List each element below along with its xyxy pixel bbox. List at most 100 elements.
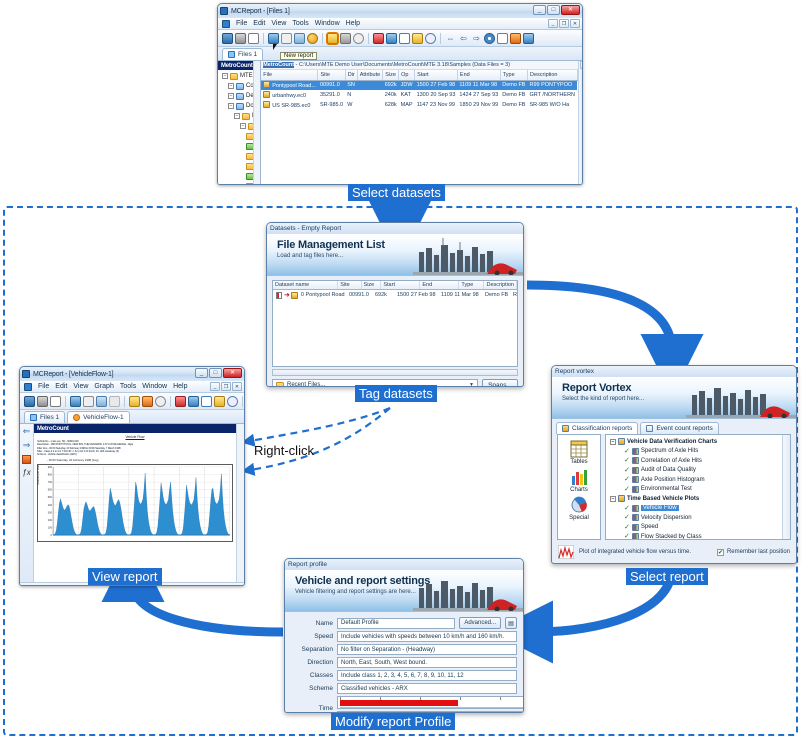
report-save-icon[interactable] <box>24 395 35 407</box>
remember-position-checkbox[interactable]: ✔ Remember last position <box>716 548 790 556</box>
list-scrollbar[interactable] <box>577 61 582 184</box>
target-icon[interactable] <box>484 32 495 44</box>
report-window-titlebar[interactable]: MCReport - [VehicleFlow-1] _ □ ✕ <box>20 367 244 381</box>
report-font-icon[interactable] <box>83 395 94 407</box>
report-chain-icon[interactable] <box>214 395 225 407</box>
file-management-dialog[interactable]: Datasets - Empty Report File Management … <box>266 222 524 387</box>
vortex-back-button[interactable]: << Back <box>713 563 749 564</box>
report-menu-graph[interactable]: Graph <box>94 383 113 390</box>
report-menu-help[interactable]: Help <box>173 383 187 390</box>
report-item-row[interactable]: ✓ Vehicle Flow <box>608 504 790 514</box>
profile-picker-icon[interactable]: ▤ <box>505 617 517 629</box>
report-print-icon[interactable] <box>37 395 48 407</box>
mail-icon[interactable] <box>294 32 305 44</box>
grid-column-header[interactable]: Size <box>382 70 400 81</box>
report-maximize-button[interactable]: □ <box>209 368 222 378</box>
remember-checkbox-box[interactable]: ✔ <box>716 548 724 556</box>
back-arrow-icon[interactable]: ⇦ <box>458 33 469 44</box>
dataset-table[interactable]: Dataset name Site Size Start End Type De… <box>272 280 518 367</box>
zoom-icon[interactable] <box>425 32 436 44</box>
report-refresh-icon[interactable] <box>155 395 166 407</box>
grid-column-header[interactable]: Op <box>398 70 416 81</box>
expand-toggle-icon[interactable]: − <box>240 123 246 129</box>
expand-toggle-icon[interactable]: − <box>234 113 240 119</box>
report-menu-edit[interactable]: Edit <box>55 383 67 390</box>
report-group-row[interactable]: − Vehicle Data Verification Charts <box>608 437 790 447</box>
profile-field-row[interactable]: Classes Include class 1, 2, 3, 4, 5, 6, 7… <box>291 670 517 681</box>
mdi-close-button[interactable]: ✕ <box>570 19 580 28</box>
window-buttons[interactable]: _ □ ✕ <box>533 5 580 15</box>
file-management-titlebar[interactable]: Datasets - Empty Report <box>267 223 523 234</box>
report-menu-tools[interactable]: Tools <box>120 383 136 390</box>
page-icon[interactable] <box>497 32 508 44</box>
profile-field-value[interactable]: Default Profile <box>337 617 456 629</box>
table-row[interactable]: Pontypool Road... 00991.0 SN 692k JDW 1500 27… <box>261 80 578 90</box>
report-vortex-dialog[interactable]: Report vortex Report Vortex Select the k… <box>551 365 797 564</box>
tab-files-1[interactable]: Files 1 <box>222 48 264 60</box>
tab-vehicleflow[interactable]: VehicleFlow-1 <box>67 411 130 423</box>
refresh-icon[interactable] <box>353 32 364 44</box>
profile-field-row[interactable]: Speed Include vehicles with speeds betwee… <box>291 631 517 642</box>
report-item-row[interactable]: ✓ Environmental Test <box>608 485 790 495</box>
report-window-buttons[interactable]: _ □ ✕ <box>195 368 242 378</box>
dataset-grid-body[interactable]: Pontypool Road... 00991.0 SN 692k JDW 1500 27… <box>261 80 578 110</box>
menu-view[interactable]: View <box>271 20 286 27</box>
report-vortex-tabs[interactable]: Classification reports Event count repor… <box>552 419 796 434</box>
files-window-titlebar[interactable]: MCReport - [Files 1] _ □ ✕ <box>218 4 582 18</box>
dataset-horizontal-scrollbar[interactable] <box>272 369 518 376</box>
font-icon[interactable] <box>281 32 292 44</box>
maximize-button[interactable]: □ <box>547 5 560 15</box>
grid-column-header[interactable]: Site <box>317 70 346 81</box>
report-menu-window[interactable]: Window <box>142 383 167 390</box>
list-icon[interactable] <box>373 32 384 44</box>
expand-toggle-icon[interactable]: − <box>222 73 228 79</box>
columns-icon[interactable] <box>399 32 410 44</box>
grid-column-header[interactable]: End <box>457 70 501 81</box>
report-zoom-icon[interactable] <box>227 395 238 407</box>
tab-files[interactable]: Files 1 <box>24 411 66 423</box>
open-report-icon[interactable] <box>340 32 351 44</box>
menu-window[interactable]: Window <box>315 20 340 27</box>
rows-icon[interactable] <box>386 32 397 44</box>
report-mdi-close[interactable]: ✕ <box>232 382 242 391</box>
profile-field-row[interactable]: Scheme Classified vehicles - ARX <box>291 683 517 694</box>
profile-field-list[interactable]: Name Default Profile Advanced... ▤ Speed Incl… <box>285 612 523 694</box>
report-scrollbar[interactable] <box>236 424 244 582</box>
menu-tools[interactable]: Tools <box>292 20 308 27</box>
sidebar-item-tables[interactable]: Tables <box>570 440 588 465</box>
mcreport-vehicleflow-window[interactable]: MCReport - [VehicleFlow-1] _ □ ✕ File Ed… <box>19 366 245 586</box>
report-close-button[interactable]: ✕ <box>223 368 242 378</box>
profile-field-row[interactable]: Name Default Profile Advanced... ▤ <box>291 617 517 629</box>
profile-field-value[interactable]: Include class 1, 2, 3, 4, 5, 6, 7, 8, 9,… <box>337 670 517 681</box>
report-minimize-button[interactable]: _ <box>195 368 208 378</box>
folder-tree[interactable]: MetroCount −MTE Demo User−Contacts−Deskt… <box>218 61 262 184</box>
grid-column-header[interactable]: Dir <box>345 70 358 81</box>
table-row[interactable]: US SR-985.ec0 SR-985.0 W 628k MAP 1147 23 Nov… <box>261 100 577 110</box>
report-rows-icon[interactable] <box>188 395 199 407</box>
table-icon[interactable] <box>268 32 279 44</box>
minimize-button[interactable]: _ <box>533 5 546 15</box>
vortex-next-button[interactable]: Next >> <box>754 563 790 564</box>
grid-column-header[interactable]: Start <box>414 70 458 81</box>
spans-button[interactable]: Spans... <box>482 379 518 386</box>
report-tabstrip[interactable]: Files 1 VehicleFlow-1 <box>20 410 244 424</box>
close-button[interactable]: ✕ <box>561 5 580 15</box>
expand-toggle-icon[interactable]: − <box>610 495 616 502</box>
report-category-sidebar[interactable]: Tables Charts Special <box>557 434 601 540</box>
profile-field-row[interactable]: Separation No filter on Separation - (Hea… <box>291 644 517 655</box>
grid-icon[interactable] <box>523 32 534 44</box>
report-menu-file[interactable]: File <box>38 383 49 390</box>
report-item-row[interactable]: ✓ Flow Stacked by Class <box>608 532 790 539</box>
mdi-window-buttons[interactable]: _ ❐ ✕ <box>548 19 580 28</box>
report-side-toolbar[interactable]: ⇐ ⇒ ƒx <box>20 424 34 582</box>
print-icon[interactable] <box>235 32 246 44</box>
advanced-button[interactable]: Advanced... <box>459 617 501 629</box>
report-mail-icon[interactable] <box>96 395 107 407</box>
files-menubar[interactable]: File Edit View Tools Window Help _ ❐ ✕ <box>218 18 582 30</box>
report-vortex-titlebar[interactable]: Report vortex <box>552 366 796 377</box>
report-list-icon[interactable] <box>175 395 186 407</box>
tab-classification-reports[interactable]: Classification reports <box>556 422 639 434</box>
profile-field-row[interactable]: Direction North, East, South, West bound. <box>291 657 517 668</box>
bookmark-icon[interactable] <box>510 32 521 44</box>
formula-icon[interactable]: ƒx <box>22 469 30 477</box>
